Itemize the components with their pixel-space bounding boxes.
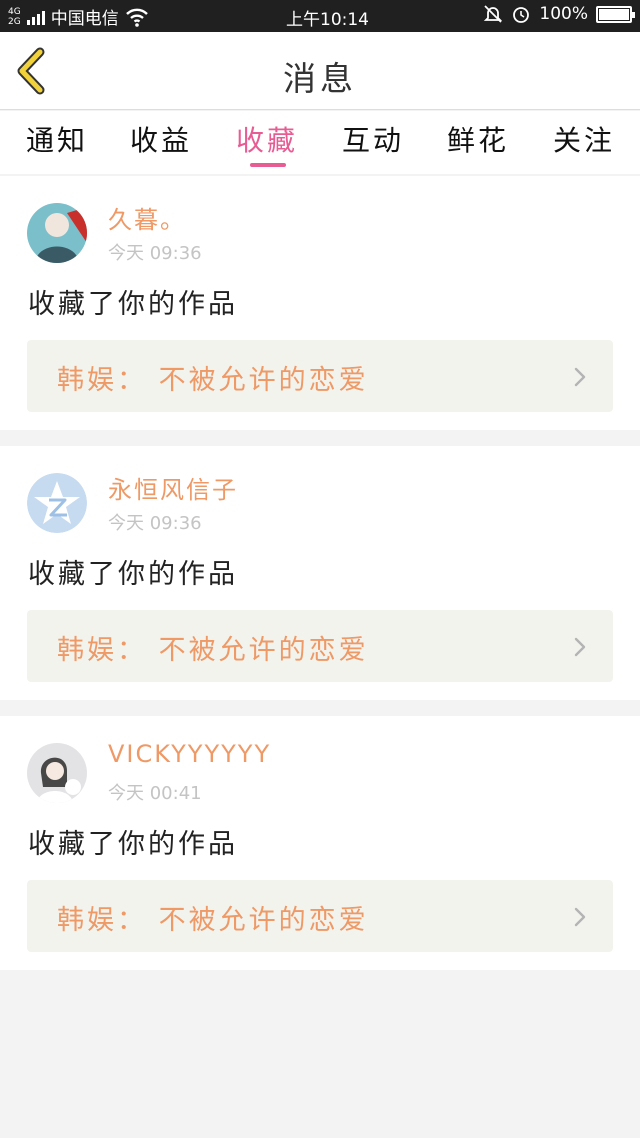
- network-type-4g: 4G: [8, 6, 21, 17]
- carrier-group: 4G 2G 中国电信: [8, 4, 149, 29]
- tab-interactions[interactable]: 互动: [328, 119, 418, 159]
- work-title: 韩娱： 不被允许的恋爱: [57, 635, 369, 666]
- tab-favorites[interactable]: 收藏: [222, 119, 312, 159]
- notification-card: VICKYYYYYY 今天 00:41 收藏了你的作品 韩娱： 不被允许的恋爱: [0, 716, 640, 970]
- title-bar: 消息: [0, 32, 640, 110]
- battery-icon: [596, 5, 635, 23]
- username[interactable]: 永恒风信子: [108, 470, 238, 505]
- notification-card: 久暮。 今天 09:36 收藏了你的作品 韩娱： 不被允许的恋爱: [0, 176, 640, 430]
- active-tab-indicator: [250, 163, 286, 167]
- network-type-2g: 2G: [8, 16, 21, 27]
- tab-notifications[interactable]: 通知: [12, 119, 102, 159]
- notification-card: 永恒风信子 今天 09:36 收藏了你的作品 韩娱： 不被允许的恋爱: [0, 446, 640, 700]
- action-text: 收藏了你的作品: [28, 289, 238, 320]
- wifi-icon: [125, 8, 148, 27]
- avatar[interactable]: [27, 743, 87, 803]
- username[interactable]: 久暮。: [108, 200, 186, 235]
- carrier-name: 中国电信: [50, 9, 119, 29]
- timestamp: 今天 09:36: [108, 513, 202, 534]
- action-text: 收藏了你的作品: [28, 829, 238, 860]
- tab-following[interactable]: 关注: [539, 119, 629, 159]
- work-link[interactable]: 韩娱： 不被允许的恋爱: [27, 340, 613, 412]
- status-time: 上午10:14: [286, 10, 369, 30]
- username[interactable]: VICKYYYYYY: [108, 740, 271, 768]
- chevron-right-icon: [574, 637, 586, 657]
- work-link[interactable]: 韩娱： 不被允许的恋爱: [27, 880, 613, 952]
- signal-icon: [26, 9, 45, 25]
- status-bar: 4G 2G 中国电信 上午10:14 100%: [0, 0, 640, 32]
- avatar-photo: [27, 743, 87, 803]
- page-title: 消息: [283, 59, 357, 98]
- work-title: 韩娱： 不被允许的恋爱: [57, 365, 369, 396]
- timestamp: 今天 09:36: [108, 243, 202, 264]
- mute-icon: [484, 5, 503, 23]
- tab-earnings[interactable]: 收益: [116, 119, 206, 159]
- chevron-right-icon: [574, 367, 586, 387]
- default-avatar-icon: [27, 473, 87, 533]
- work-link[interactable]: 韩娱： 不被允许的恋爱: [27, 610, 613, 682]
- status-right: 100%: [483, 4, 635, 24]
- work-title: 韩娱： 不被允许的恋爱: [57, 905, 369, 936]
- alarm-icon: [513, 7, 530, 23]
- action-text: 收藏了你的作品: [28, 559, 238, 590]
- battery-percent: 100%: [539, 4, 588, 24]
- network-type: 4G 2G: [8, 7, 21, 27]
- avatar[interactable]: [27, 473, 87, 533]
- chevron-right-icon: [574, 907, 586, 927]
- avatar-photo: [27, 203, 87, 263]
- avatar[interactable]: [27, 203, 87, 263]
- battery-fill: [599, 8, 629, 20]
- tab-flowers[interactable]: 鲜花: [433, 119, 523, 159]
- timestamp: 今天 00:41: [108, 783, 202, 804]
- tab-bar: 通知 收益 收藏 互动 鲜花 关注: [0, 111, 640, 174]
